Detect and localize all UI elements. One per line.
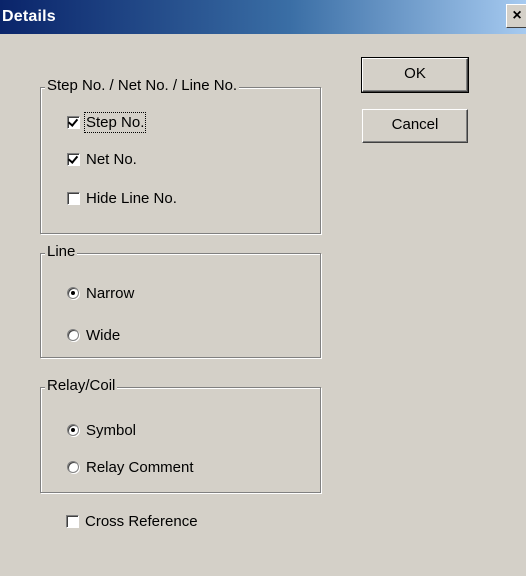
- cancel-button[interactable]: Cancel: [362, 109, 468, 143]
- cross-reference-checkbox[interactable]: Cross Reference: [66, 512, 198, 530]
- hide-line-no-checkbox-label[interactable]: Hide Line No.: [86, 190, 177, 207]
- net-no-checkbox-label[interactable]: Net No.: [86, 151, 137, 168]
- relay-comment-radio-button[interactable]: [67, 461, 79, 473]
- relay-comment-radio-label[interactable]: Relay Comment: [86, 459, 194, 476]
- ok-button[interactable]: OK: [361, 57, 469, 93]
- close-button[interactable]: ×: [506, 4, 526, 28]
- window-title: Details: [2, 8, 56, 25]
- step-net-line-group: Step No. / Net No. / Line No. Step No. N…: [40, 77, 321, 234]
- hide-line-no-checkbox-box[interactable]: [67, 191, 80, 205]
- narrow-radio-label[interactable]: Narrow: [86, 285, 134, 302]
- narrow-radio[interactable]: Narrow: [67, 284, 134, 302]
- symbol-radio-button[interactable]: [67, 424, 79, 436]
- relay-coil-group-legend: Relay/Coil: [45, 377, 118, 394]
- net-no-checkbox-box[interactable]: [67, 152, 80, 166]
- step-no-checkbox[interactable]: Step No.: [67, 111, 147, 133]
- narrow-radio-button[interactable]: [67, 287, 79, 299]
- title-bar[interactable]: Details ×: [0, 0, 526, 34]
- cross-reference-checkbox-box[interactable]: [66, 514, 79, 528]
- line-group-legend: Line: [45, 243, 78, 260]
- step-no-checkbox-label[interactable]: Step No.: [83, 111, 147, 133]
- step-no-checkbox-box[interactable]: [67, 115, 80, 129]
- symbol-radio-label[interactable]: Symbol: [86, 422, 136, 439]
- relay-comment-radio[interactable]: Relay Comment: [67, 458, 194, 476]
- line-group: Line Narrow Wide: [40, 243, 321, 358]
- symbol-radio[interactable]: Symbol: [67, 421, 136, 439]
- relay-coil-group: Relay/Coil Symbol Relay Comment: [40, 377, 321, 493]
- wide-radio-button[interactable]: [67, 329, 79, 341]
- net-no-checkbox[interactable]: Net No.: [67, 150, 137, 168]
- step-net-line-group-legend: Step No. / Net No. / Line No.: [45, 77, 240, 94]
- wide-radio[interactable]: Wide: [67, 326, 120, 344]
- details-dialog: Details × OK Cancel Step No. / Net No. /…: [0, 0, 526, 576]
- hide-line-no-checkbox[interactable]: Hide Line No.: [67, 189, 177, 207]
- wide-radio-label[interactable]: Wide: [86, 327, 120, 344]
- cross-reference-checkbox-label[interactable]: Cross Reference: [85, 513, 198, 530]
